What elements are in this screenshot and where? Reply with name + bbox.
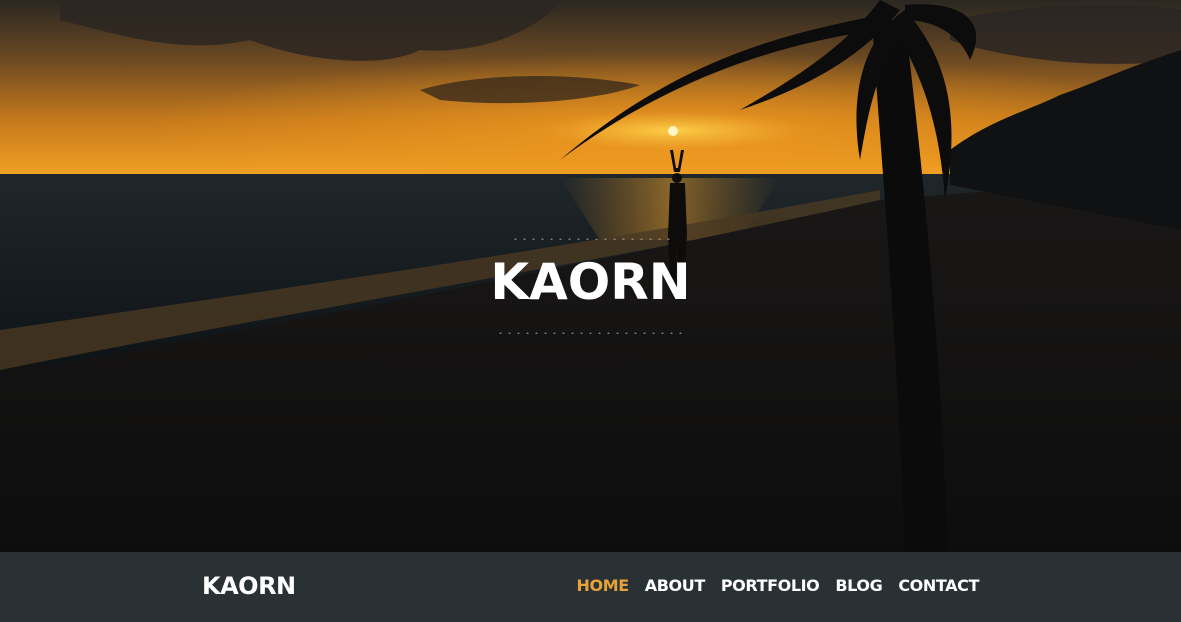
dotted-divider-top bbox=[510, 238, 671, 240]
hero-title: KAORN bbox=[490, 253, 691, 311]
brand-logo[interactable]: KAORN bbox=[202, 572, 296, 600]
nav-menu: HOME ABOUT PORTFOLIO BLOG CONTACT bbox=[577, 576, 980, 595]
hero-banner: KAORN bbox=[0, 0, 1181, 552]
nav-link-blog[interactable]: BLOG bbox=[835, 576, 882, 595]
nav-link-home[interactable]: HOME bbox=[577, 576, 630, 595]
nav-link-contact[interactable]: CONTACT bbox=[898, 576, 979, 595]
nav-item-portfolio: PORTFOLIO bbox=[721, 576, 820, 595]
nav-item-contact: CONTACT bbox=[898, 576, 979, 595]
main-navbar: KAORN HOME ABOUT PORTFOLIO BLOG CONTACT bbox=[0, 552, 1181, 622]
nav-link-about[interactable]: ABOUT bbox=[645, 576, 705, 595]
dotted-divider-bottom bbox=[495, 332, 686, 334]
hero-title-block: KAORN bbox=[0, 238, 1181, 334]
nav-item-blog: BLOG bbox=[835, 576, 882, 595]
nav-link-portfolio[interactable]: PORTFOLIO bbox=[721, 576, 820, 595]
nav-item-about: ABOUT bbox=[645, 576, 705, 595]
nav-item-home: HOME bbox=[577, 576, 630, 595]
